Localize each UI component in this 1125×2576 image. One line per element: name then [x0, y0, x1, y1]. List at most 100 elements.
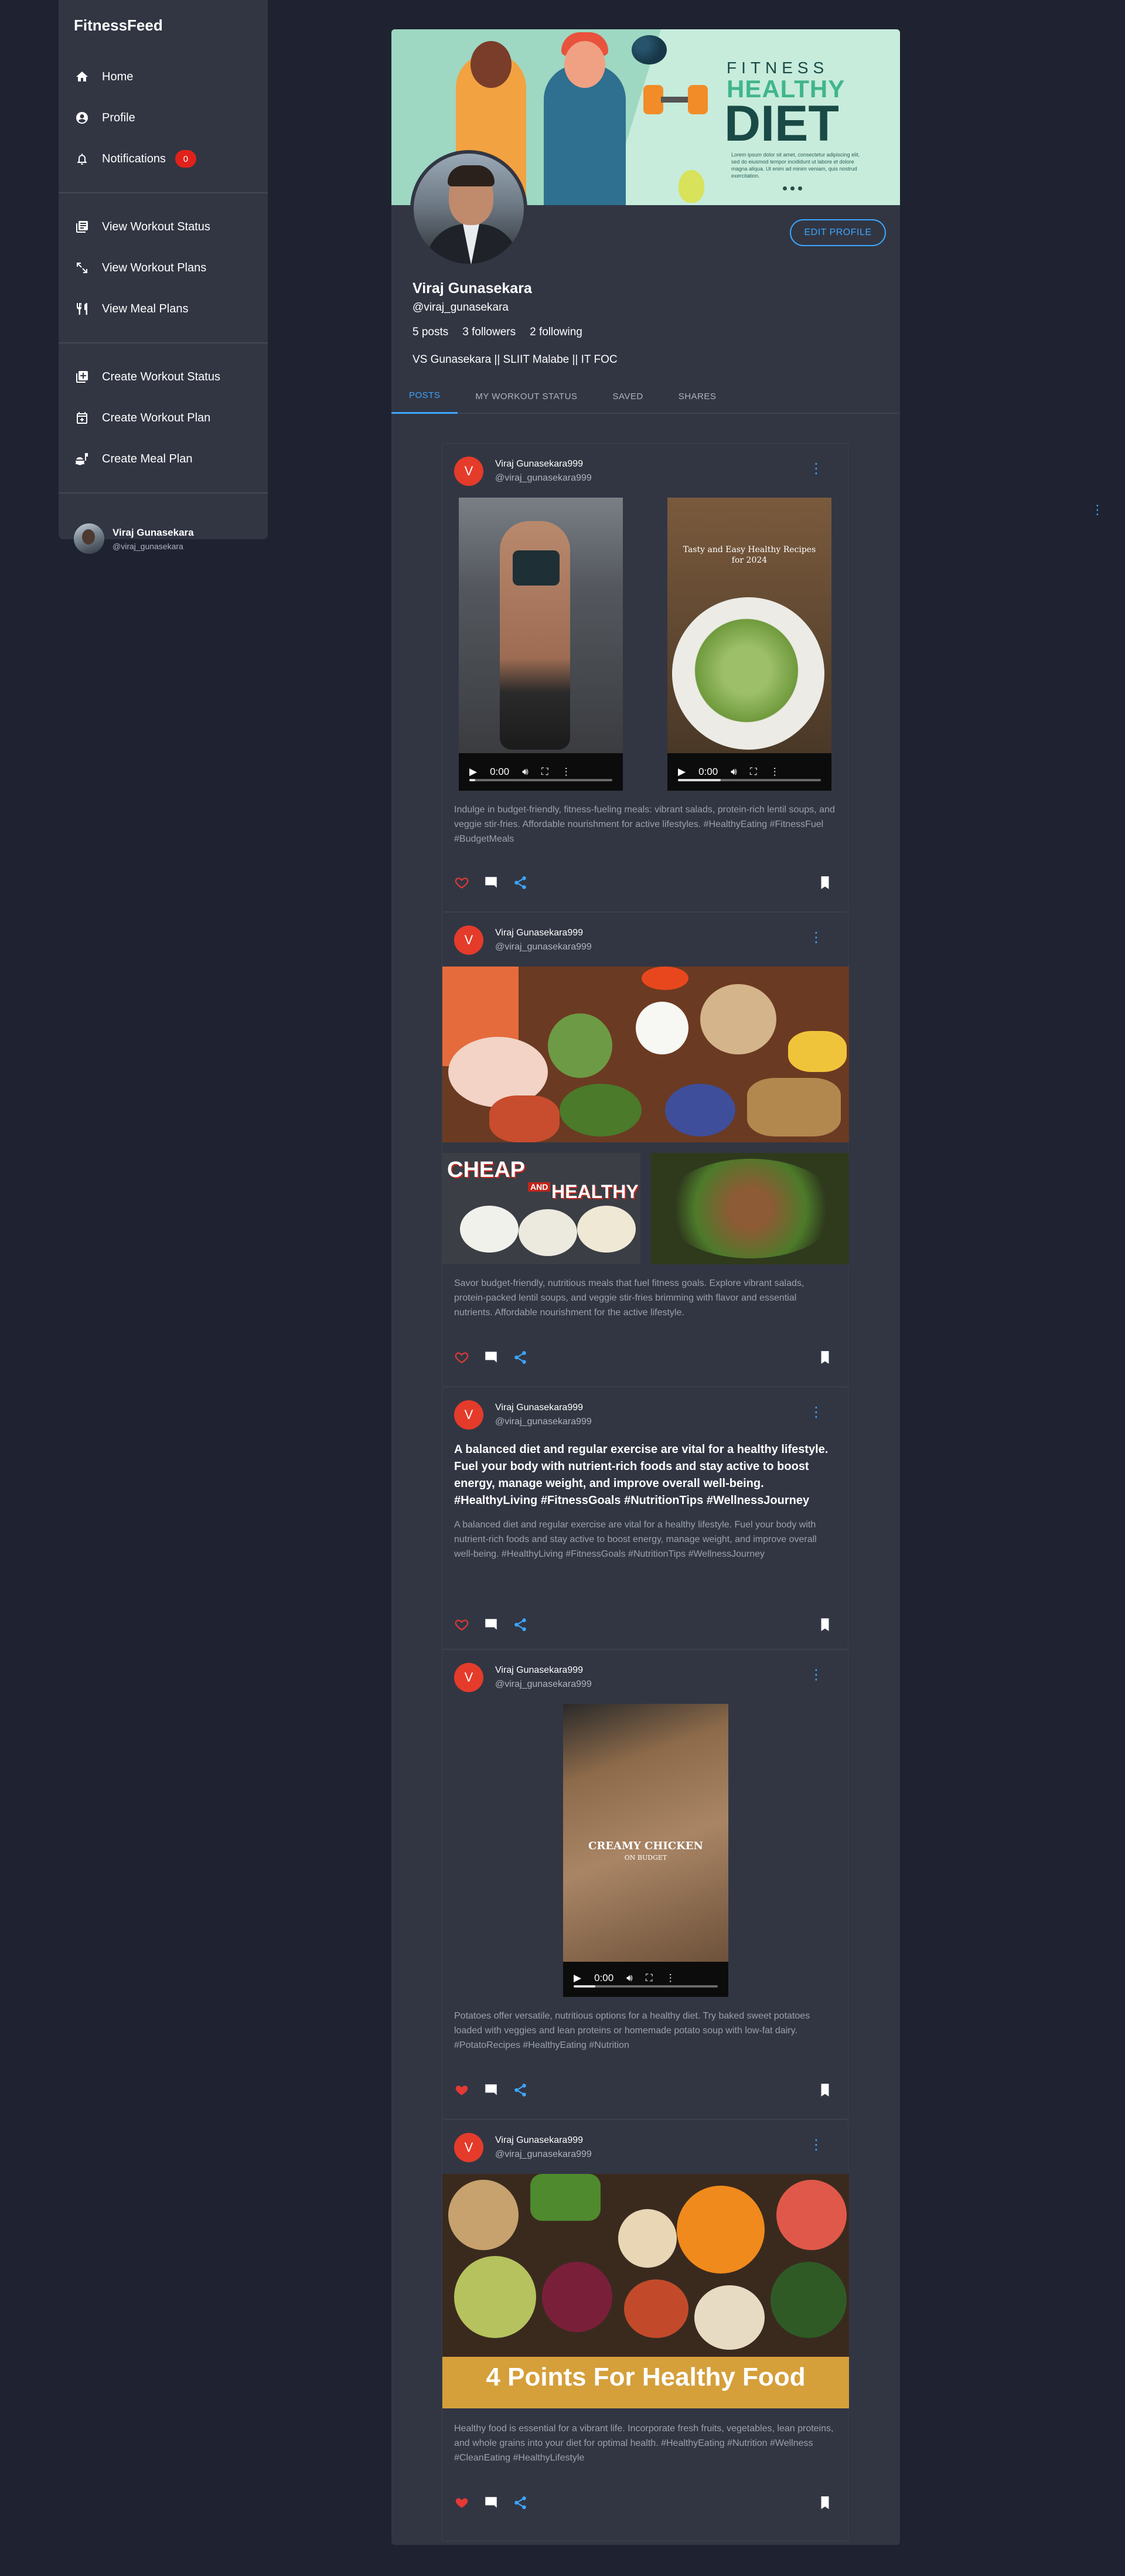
- app-brand[interactable]: FitnessFeed: [59, 0, 268, 50]
- edit-profile-button[interactable]: EDIT PROFILE: [790, 219, 886, 246]
- post-author[interactable]: Viraj Gunasekara999: [495, 1665, 583, 1676]
- video-time: 0:00: [490, 766, 510, 777]
- tab-shares[interactable]: SHARES: [661, 379, 734, 414]
- play-icon[interactable]: ▶: [678, 766, 686, 778]
- sidebar-item-notifications[interactable]: Notifications 0: [59, 138, 268, 179]
- following-count[interactable]: 2 following: [530, 326, 582, 339]
- post-author[interactable]: Viraj Gunasekara999: [495, 459, 583, 469]
- fullscreen-icon[interactable]: ⛶: [646, 1972, 653, 1984]
- post-author[interactable]: Viraj Gunasekara999: [495, 1403, 583, 1413]
- fullscreen-icon[interactable]: ⛶: [541, 766, 548, 778]
- play-icon[interactable]: ▶: [574, 1972, 581, 1984]
- post-handle: @viraj_gunasekara999: [495, 473, 592, 483]
- video-progress[interactable]: [469, 779, 612, 781]
- volume-icon[interactable]: 🔊︎: [626, 1972, 633, 1984]
- library-icon: [74, 219, 90, 235]
- profile-stats: 5 posts 3 followers 2 following: [412, 326, 582, 339]
- volume-icon[interactable]: 🔊︎: [522, 766, 529, 778]
- followers-count[interactable]: 3 followers: [462, 326, 516, 339]
- video-player[interactable]: ▶ 0:00 🔊︎ ⛶ ⋮: [459, 498, 623, 791]
- video-progress[interactable]: [678, 779, 821, 781]
- bookmark-icon[interactable]: [817, 1350, 834, 1366]
- bookmark-icon[interactable]: [817, 2495, 834, 2512]
- avatar[interactable]: V: [454, 925, 483, 955]
- like-icon[interactable]: [454, 1350, 471, 1366]
- post-text: Potatoes offer versatile, nutritious opt…: [454, 2011, 810, 2050]
- avatar[interactable]: V: [454, 2133, 483, 2162]
- like-icon[interactable]: [454, 875, 471, 891]
- sidebar-user[interactable]: Viraj Gunasekara @viraj_gunasekara: [59, 501, 268, 565]
- sidebar-item-create-meal-plan[interactable]: Create Meal Plan: [59, 438, 268, 479]
- sidebar-divider: [59, 492, 268, 494]
- post-card: V Viraj Gunasekara999 @viraj_gunasekara9…: [442, 443, 848, 912]
- post-author[interactable]: Viraj Gunasekara999: [495, 2135, 583, 2146]
- video-progress[interactable]: [574, 1985, 718, 1988]
- share-icon[interactable]: [513, 875, 529, 891]
- comment-icon[interactable]: [483, 1617, 500, 1634]
- post-image[interactable]: [442, 967, 849, 1142]
- more-vert-icon[interactable]: ⋮: [809, 2136, 823, 2153]
- avatar: [74, 523, 104, 554]
- like-icon[interactable]: [454, 2495, 471, 2512]
- tab-posts[interactable]: POSTS: [391, 379, 458, 414]
- share-icon[interactable]: [513, 2082, 529, 2099]
- post-text: Savor budget-friendly, nutritious meals …: [454, 1278, 804, 1318]
- fullscreen-icon[interactable]: ⛶: [750, 766, 757, 778]
- bookmark-icon[interactable]: [817, 875, 834, 891]
- share-icon[interactable]: [513, 1617, 529, 1634]
- post-image[interactable]: 4 Points For Healthy Food: [442, 2174, 849, 2408]
- video-title: CREAMY CHICKEN: [588, 1840, 703, 1852]
- sidebar-item-profile[interactable]: Profile: [59, 97, 268, 138]
- more-vert-icon[interactable]: ⋮: [809, 929, 823, 945]
- sidebar-item-view-workout-plans[interactable]: View Workout Plans: [59, 247, 268, 288]
- bookmark-icon[interactable]: [817, 2082, 834, 2099]
- share-icon[interactable]: [513, 1350, 529, 1366]
- bookmark-icon[interactable]: [817, 1617, 834, 1634]
- tab-saved[interactable]: SAVED: [595, 379, 660, 414]
- comment-icon[interactable]: [483, 2495, 500, 2512]
- sidebar-item-label: Create Workout Status: [102, 370, 220, 383]
- like-icon[interactable]: [454, 2082, 471, 2099]
- post-card: V Viraj Gunasekara999 @viraj_gunasekara9…: [442, 1387, 848, 1649]
- video-player[interactable]: CREAMY CHICKEN ON BUDGET ▶ 0:00 🔊︎ ⛶ ⋮: [563, 1704, 728, 1997]
- video-subtitle: ON BUDGET: [624, 1854, 667, 1862]
- avatar[interactable]: V: [454, 1400, 483, 1430]
- sidebar-item-create-workout-status[interactable]: Create Workout Status: [59, 356, 268, 397]
- post-handle: @viraj_gunasekara999: [495, 2149, 592, 2159]
- post-author[interactable]: Viraj Gunasekara999: [495, 928, 583, 938]
- more-vert-icon[interactable]: ⋮: [809, 1666, 823, 1683]
- video-time: 0:00: [594, 1972, 614, 1983]
- play-icon[interactable]: ▶: [469, 766, 477, 778]
- volume-icon[interactable]: 🔊︎: [731, 766, 737, 778]
- more-vert-icon[interactable]: ⋮: [666, 1972, 676, 1984]
- more-vert-icon[interactable]: ⋮: [1091, 503, 1104, 518]
- post-image[interactable]: CHEAP AND HEALTHY: [442, 1153, 640, 1264]
- cover-dots: [783, 186, 802, 190]
- posts-count[interactable]: 5 posts: [412, 326, 448, 339]
- sidebar-user-handle: @viraj_gunasekara: [112, 541, 183, 551]
- avatar[interactable]: V: [454, 1663, 483, 1692]
- profile-avatar[interactable]: [410, 150, 527, 267]
- sidebar-item-view-meal-plans[interactable]: View Meal Plans: [59, 288, 268, 329]
- post-image[interactable]: [651, 1153, 849, 1264]
- account-circle-icon: [74, 110, 90, 126]
- more-vert-icon[interactable]: ⋮: [809, 1404, 823, 1420]
- more-vert-icon[interactable]: ⋮: [809, 460, 823, 477]
- video-controls: ▶ 0:00 🔊︎ ⛶ ⋮: [667, 753, 831, 791]
- tab-my-workout-status[interactable]: MY WORKOUT STATUS: [458, 379, 595, 414]
- comment-icon[interactable]: [483, 2082, 500, 2099]
- avatar[interactable]: V: [454, 457, 483, 486]
- comment-icon[interactable]: [483, 1350, 500, 1366]
- sidebar-item-create-workout-plan[interactable]: Create Workout Plan: [59, 397, 268, 438]
- sidebar-divider: [59, 342, 268, 343]
- sidebar-item-view-workout-status[interactable]: View Workout Status: [59, 206, 268, 247]
- comment-icon[interactable]: [483, 875, 500, 891]
- more-vert-icon[interactable]: ⋮: [561, 766, 571, 778]
- sidebar-item-home[interactable]: Home: [59, 56, 268, 97]
- cover-text-diet: DIET: [724, 96, 839, 152]
- post-handle: @viraj_gunasekara999: [495, 1417, 592, 1427]
- video-player[interactable]: Tasty and Easy Healthy Recipes for 2024 …: [667, 498, 831, 791]
- share-icon[interactable]: [513, 2495, 529, 2512]
- like-icon[interactable]: [454, 1617, 471, 1634]
- more-vert-icon[interactable]: ⋮: [770, 766, 780, 778]
